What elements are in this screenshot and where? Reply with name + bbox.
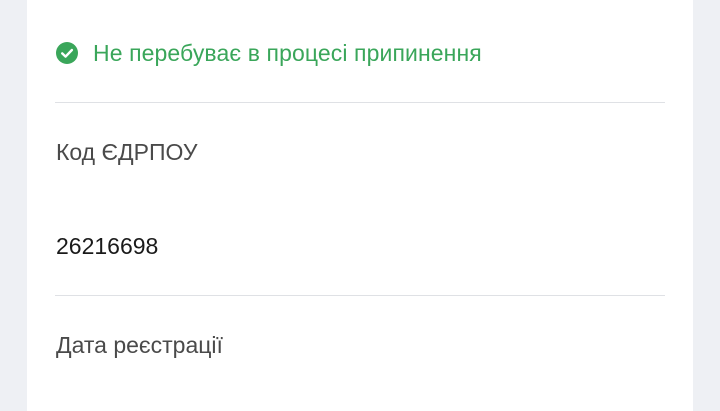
status-row: Не перебуває в процесі припинення <box>56 37 482 69</box>
check-circle-icon <box>56 42 78 64</box>
edrpou-label: Код ЄДРПОУ <box>56 139 198 165</box>
registration-date-label: Дата реєстрації <box>56 332 223 358</box>
company-info-card: Не перебуває в процесі припинення Код ЄД… <box>27 0 693 411</box>
divider <box>55 102 665 103</box>
status-text: Не перебуває в процесі припинення <box>93 39 482 66</box>
divider <box>55 295 665 296</box>
edrpou-value: 26216698 <box>56 233 159 259</box>
